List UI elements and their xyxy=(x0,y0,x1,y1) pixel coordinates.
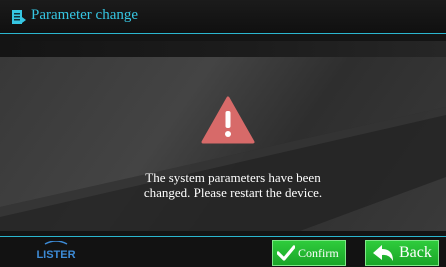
confirm-button-label: Confirm xyxy=(298,245,339,260)
background-decoration xyxy=(0,107,446,231)
back-button-label: Back xyxy=(399,244,432,261)
restart-message: The system parameters have been changed.… xyxy=(80,170,386,200)
back-button[interactable]: Back xyxy=(365,240,439,266)
back-arrow-icon xyxy=(373,245,393,261)
parameter-change-screen: Parameter change The system parameters h… xyxy=(0,0,446,267)
checkmark-icon xyxy=(277,245,295,261)
decorative-stripe xyxy=(0,41,446,57)
logo-text: LISTER xyxy=(36,249,75,261)
page-title: Parameter change xyxy=(31,7,139,23)
lister-logo: LISTER xyxy=(36,241,76,261)
message-panel: The system parameters have been changed.… xyxy=(0,57,446,231)
title-bar: Parameter change xyxy=(0,0,446,33)
confirm-button[interactable]: Confirm xyxy=(272,240,346,266)
warning-icon xyxy=(201,96,255,144)
message-line-2: changed. Please restart the device. xyxy=(143,185,323,200)
message-line-1: The system parameters have been xyxy=(145,170,321,185)
document-icon xyxy=(12,10,26,24)
header-divider xyxy=(0,33,446,34)
